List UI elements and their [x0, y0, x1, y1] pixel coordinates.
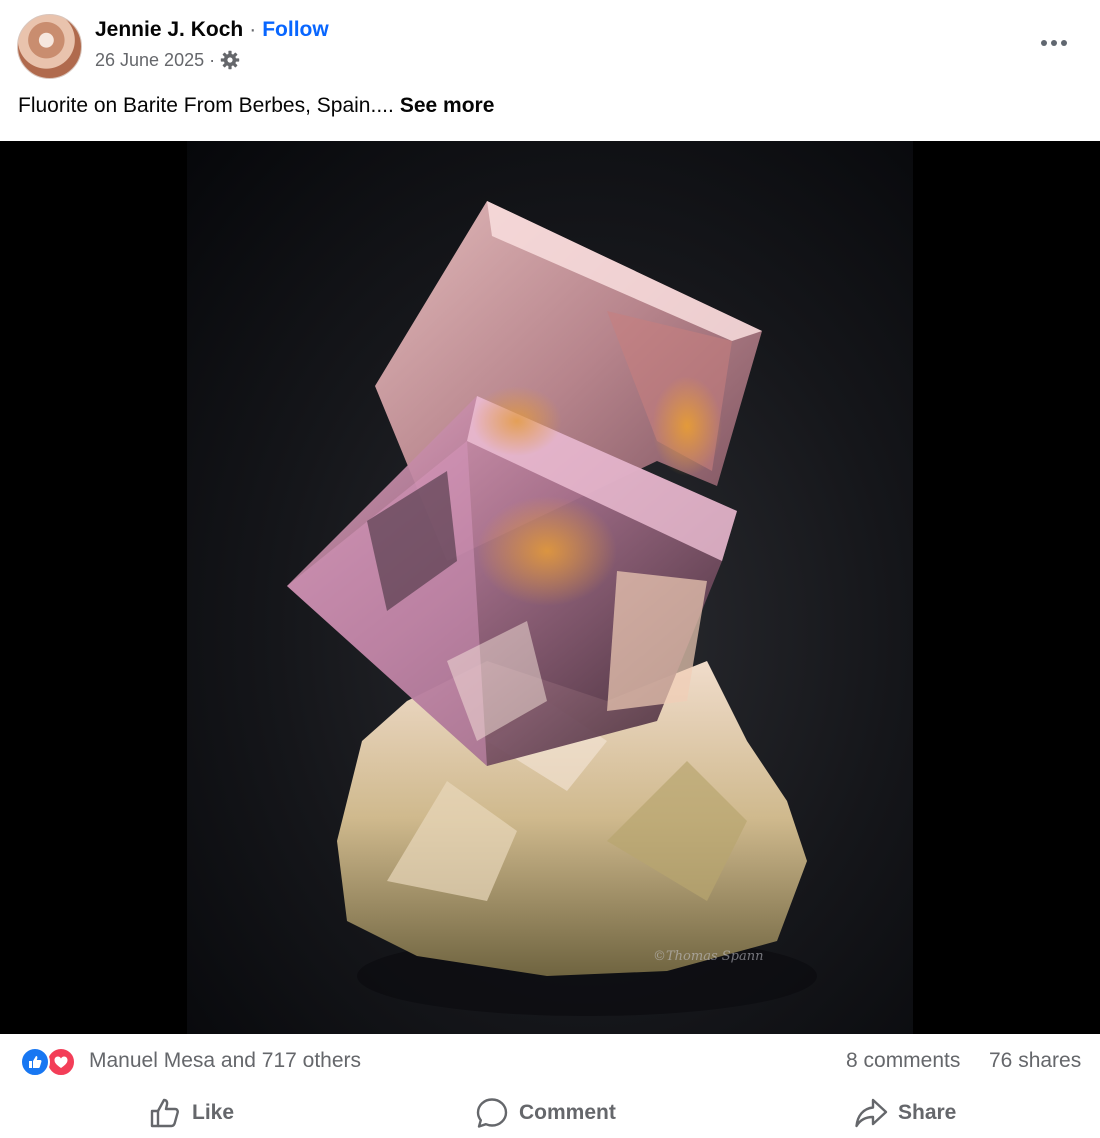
love-reaction-icon: [46, 1047, 76, 1077]
post-meta: 26 June 2025 ·: [95, 47, 240, 73]
separator-dot: ·: [249, 18, 257, 41]
share-arrow-icon: [855, 1098, 888, 1128]
action-bar: Like Comment Share: [0, 1088, 1100, 1138]
author-avatar[interactable]: [17, 14, 82, 79]
post-photo[interactable]: ©Thomas Spann: [187, 141, 913, 1034]
comment-label: Comment: [519, 1101, 616, 1124]
more-options-icon[interactable]: [1030, 28, 1078, 58]
gear-icon[interactable]: [220, 50, 240, 70]
separator-dot: ·: [209, 49, 216, 70]
comments-count[interactable]: 8 comments: [846, 1049, 960, 1073]
photo-watermark: ©Thomas Spann: [653, 949, 764, 964]
follow-button[interactable]: Follow: [262, 18, 329, 42]
more-dot: [1041, 40, 1047, 46]
share-button[interactable]: Share: [854, 1093, 956, 1133]
mineral-illustration: [287, 201, 817, 1016]
post-date[interactable]: 26 June 2025: [95, 50, 204, 71]
thumbs-up-icon: [150, 1098, 179, 1128]
like-button[interactable]: Like: [148, 1093, 234, 1133]
more-dot: [1061, 40, 1067, 46]
author-name[interactable]: Jennie J. Koch: [95, 18, 243, 42]
share-label: Share: [898, 1101, 957, 1124]
comment-button[interactable]: Comment: [475, 1093, 616, 1133]
comment-bubble-icon: [476, 1098, 508, 1128]
reaction-icons[interactable]: [20, 1047, 76, 1077]
like-label: Like: [192, 1101, 235, 1124]
reaction-names[interactable]: Manuel Mesa and 717 others: [89, 1049, 361, 1073]
caption-text: Fluorite on Barite From Berbes, Spain...…: [18, 94, 394, 117]
author-row: Jennie J. Koch · Follow: [95, 16, 329, 44]
more-dot: [1051, 40, 1057, 46]
post-header: Jennie J. Koch · Follow 26 June 2025 ·: [0, 0, 1100, 90]
post-caption: Fluorite on Barite From Berbes, Spain...…: [18, 94, 494, 118]
see-more-link[interactable]: See more: [400, 94, 495, 117]
shares-count[interactable]: 76 shares: [989, 1049, 1081, 1073]
like-reaction-icon: [20, 1047, 50, 1077]
reactions-bar: Manuel Mesa and 717 others 8 comments 76…: [0, 1040, 1100, 1086]
